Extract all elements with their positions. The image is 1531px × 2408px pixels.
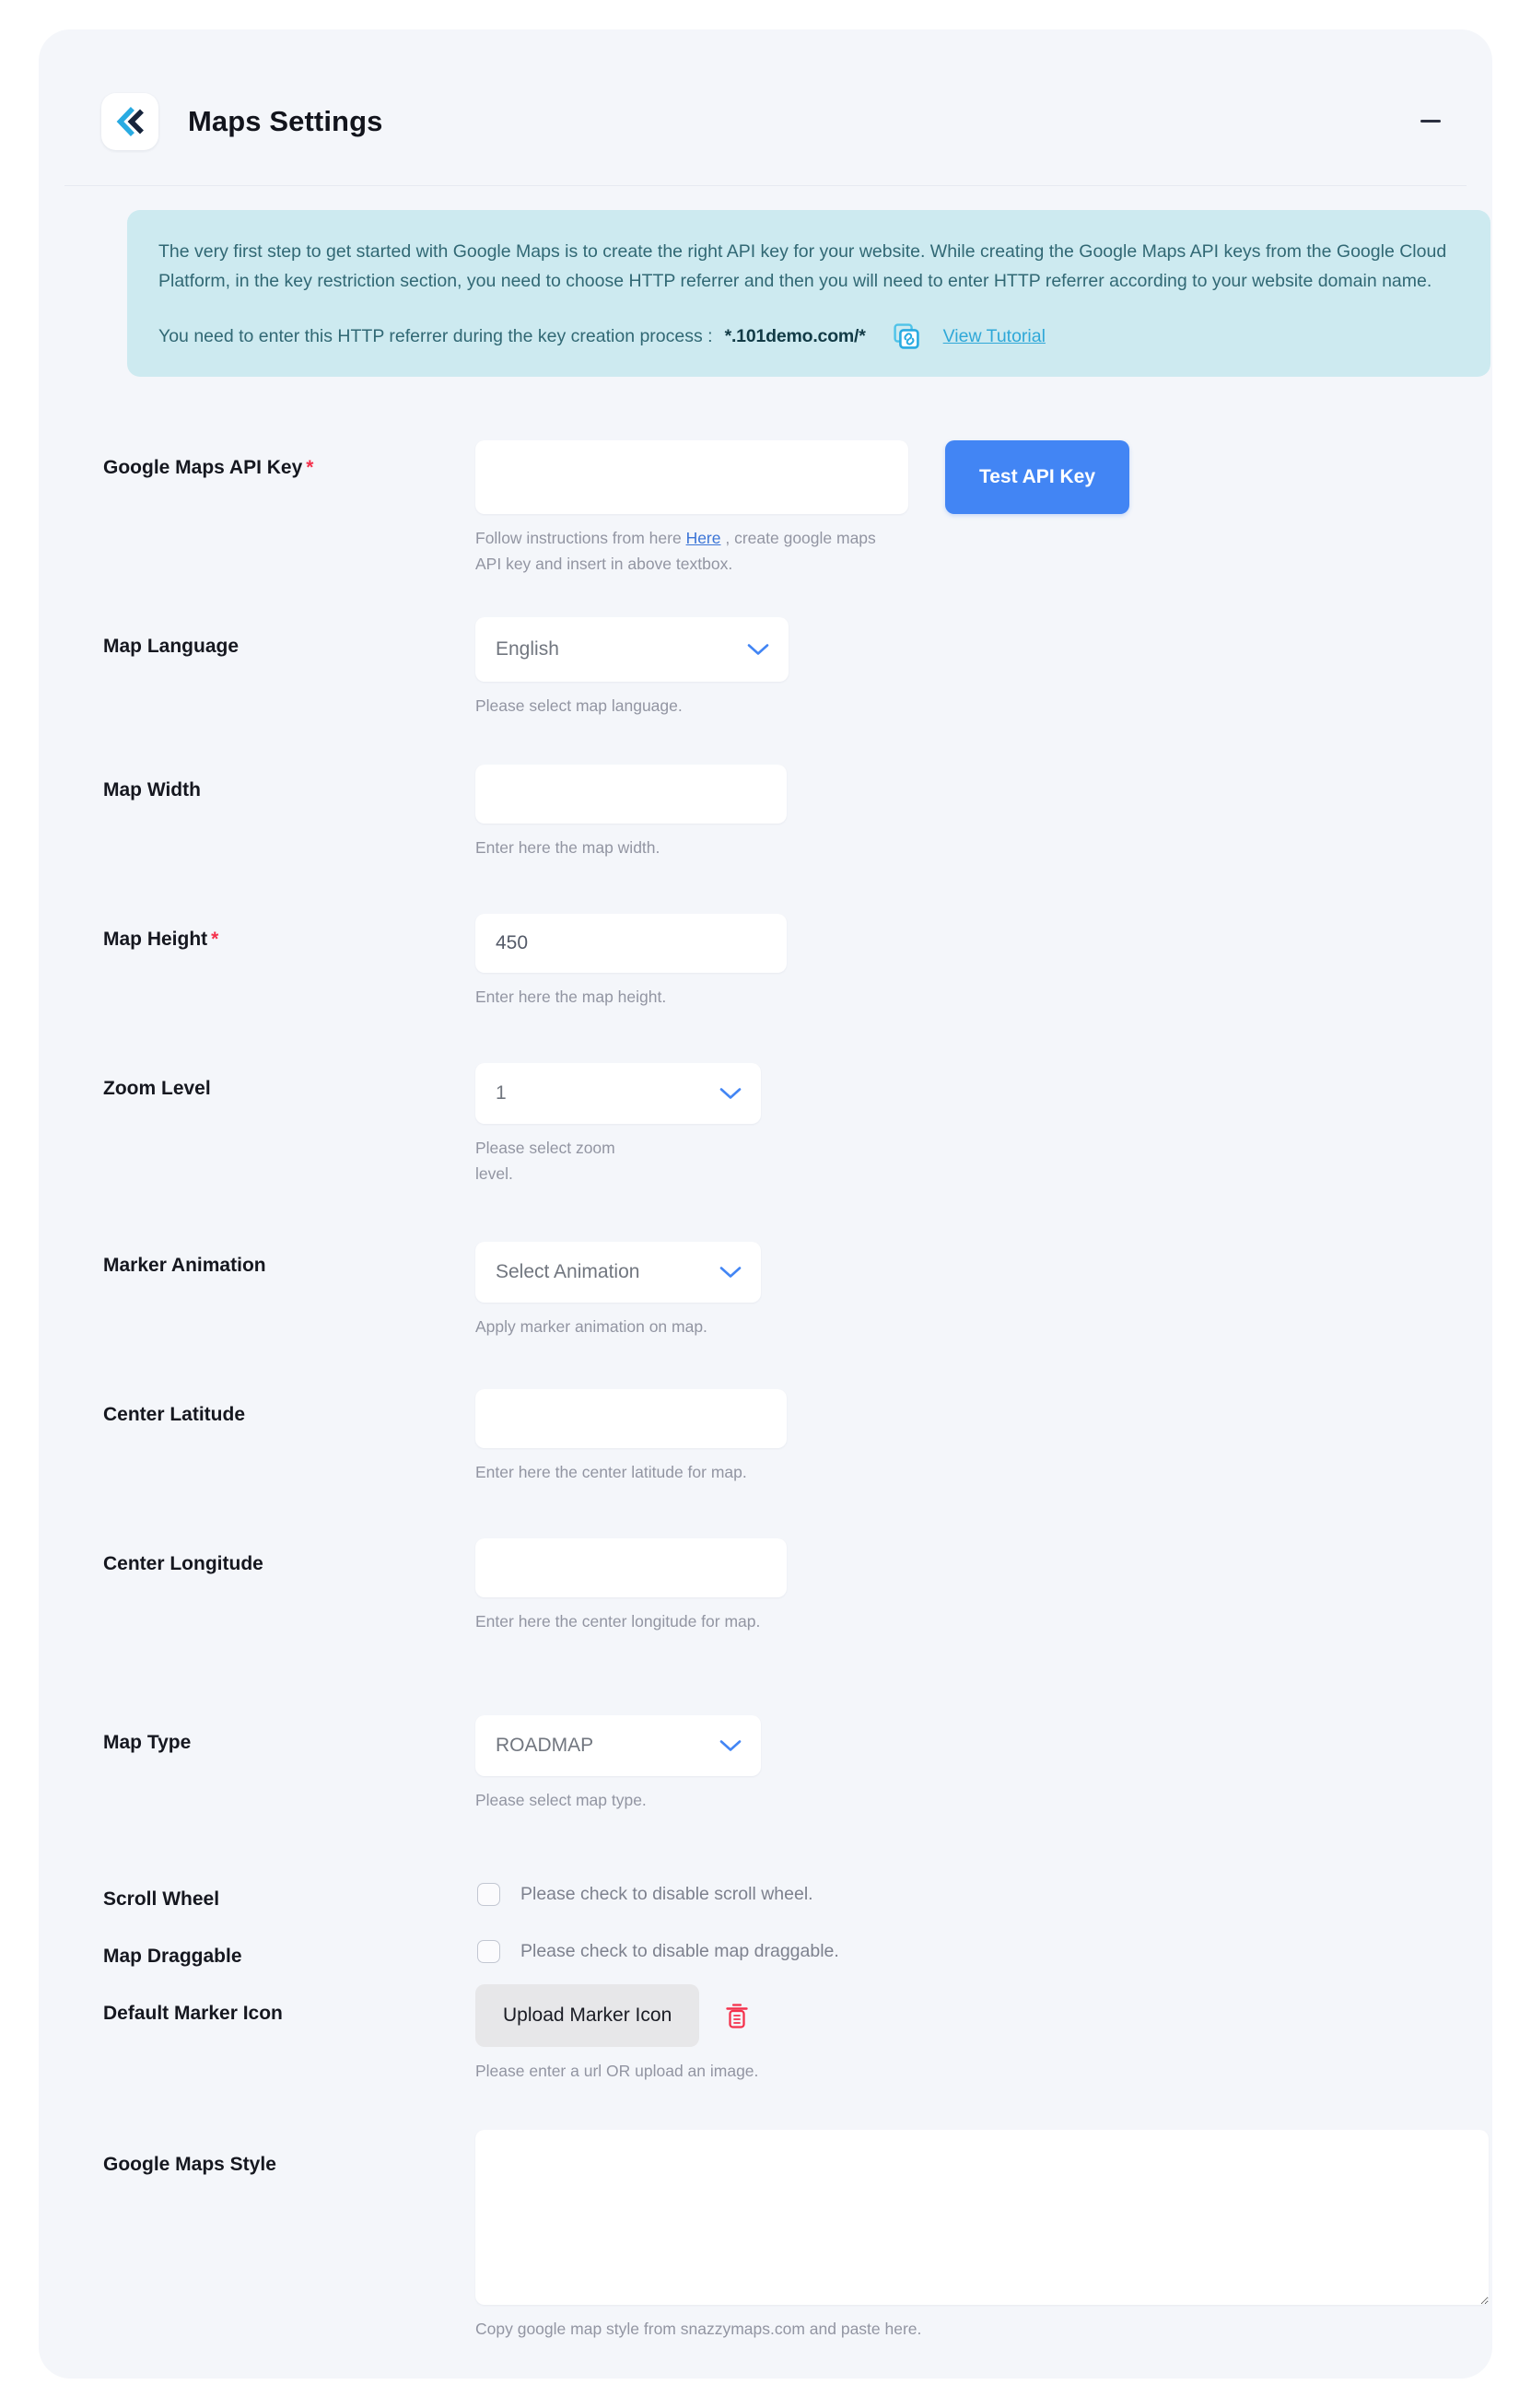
banner-paragraph: The very first step to get started with … bbox=[158, 241, 1447, 291]
minimize-icon bbox=[1420, 120, 1441, 123]
control-google-maps-style: Copy google map style from snazzymaps.co… bbox=[475, 2130, 1489, 2342]
map-language-select[interactable]: English bbox=[475, 617, 789, 682]
zoom-level-select[interactable]: 1 bbox=[475, 1063, 761, 1124]
label-api-key: Google Maps API Key * bbox=[103, 457, 313, 479]
label-map-type: Map Type bbox=[103, 1732, 192, 1753]
chevron-down-icon bbox=[746, 642, 770, 657]
control-center-latitude: Enter here the center latitude for map. bbox=[475, 1389, 787, 1485]
chevron-down-icon bbox=[719, 1265, 742, 1280]
chevron-brand-logo-icon bbox=[101, 92, 158, 150]
map-height-input[interactable] bbox=[475, 914, 787, 973]
hint-marker-animation: Apply marker animation on map. bbox=[475, 1317, 707, 1336]
control-map-draggable: Please check to disable map draggable. bbox=[477, 1940, 839, 1963]
hint-default-marker-icon: Please enter a url OR upload an image. bbox=[475, 2062, 759, 2080]
hint-center-longitude: Enter here the center longitude for map. bbox=[475, 1612, 761, 1631]
upload-marker-icon-button[interactable]: Upload Marker Icon bbox=[475, 1984, 700, 2047]
hint-google-maps-style: Copy google map style from snazzymaps.co… bbox=[475, 2320, 922, 2338]
test-api-key-button[interactable]: Test API Key bbox=[945, 440, 1129, 514]
scroll-wheel-checkbox-label: Please check to disable scroll wheel. bbox=[520, 1884, 813, 1904]
maps-settings-card: Maps Settings The very first step to get… bbox=[39, 29, 1492, 2379]
hint-map-width: Enter here the map width. bbox=[475, 838, 660, 857]
control-default-marker-icon: Upload Marker Icon Please enter a url OR… bbox=[475, 1984, 758, 2084]
card-header: Maps Settings bbox=[64, 57, 1467, 186]
label-map-language: Map Language bbox=[103, 636, 240, 657]
control-map-width: Enter here the map width. bbox=[475, 765, 787, 860]
label-map-height: Map Height * bbox=[103, 929, 218, 951]
trash-icon[interactable] bbox=[723, 2001, 751, 2030]
control-center-longitude: Enter here the center longitude for map. bbox=[475, 1538, 787, 1634]
marker-animation-value: Select Animation bbox=[496, 1261, 640, 1282]
control-scroll-wheel: Please check to disable scroll wheel. bbox=[477, 1883, 813, 1906]
map-draggable-checkbox-label: Please check to disable map draggable. bbox=[520, 1941, 839, 1961]
scroll-wheel-checkbox[interactable] bbox=[477, 1883, 500, 1906]
control-map-height: Enter here the map height. bbox=[475, 914, 787, 1010]
control-map-type: ROADMAP Please select map type. bbox=[475, 1715, 761, 1813]
required-indicator: * bbox=[306, 457, 314, 478]
hint-map-height: Enter here the map height. bbox=[475, 988, 667, 1006]
marker-icon-actions: Upload Marker Icon bbox=[475, 1984, 758, 2047]
label-google-maps-style: Google Maps Style bbox=[103, 2154, 276, 2175]
hint-center-latitude: Enter here the center latitude for map. bbox=[475, 1463, 747, 1481]
label-map-height-text: Map Height bbox=[103, 929, 208, 950]
control-api-key: Follow instructions from here Here , cre… bbox=[475, 440, 908, 578]
here-link[interactable]: Here bbox=[686, 529, 721, 547]
page-title: Maps Settings bbox=[188, 104, 383, 137]
required-indicator: * bbox=[211, 929, 219, 950]
copy-link-icon[interactable] bbox=[894, 323, 919, 349]
map-type-value: ROADMAP bbox=[496, 1735, 594, 1756]
label-map-draggable: Map Draggable bbox=[103, 1946, 242, 1967]
control-marker-animation: Select Animation Apply marker animation … bbox=[475, 1242, 761, 1339]
hint-api-key: Follow instructions from here Here , cre… bbox=[475, 525, 881, 578]
center-latitude-input[interactable] bbox=[475, 1389, 787, 1448]
hint-map-type: Please select map type. bbox=[475, 1791, 647, 1809]
info-banner: The very first step to get started with … bbox=[127, 210, 1490, 378]
hint-zoom-level: Please select zoom level. bbox=[475, 1139, 615, 1184]
map-draggable-checkbox[interactable] bbox=[477, 1940, 500, 1963]
hint-map-language: Please select map language. bbox=[475, 696, 683, 715]
chevron-down-icon bbox=[719, 1738, 742, 1753]
hint-api-key-prefix: Follow instructions from here bbox=[475, 529, 686, 547]
label-center-latitude: Center Latitude bbox=[103, 1404, 246, 1425]
map-width-input[interactable] bbox=[475, 765, 787, 824]
referrer-label: You need to enter this HTTP referrer dur… bbox=[158, 325, 713, 346]
label-center-longitude: Center Longitude bbox=[103, 1553, 263, 1574]
collapse-panel-button[interactable] bbox=[1411, 102, 1450, 141]
label-zoom-level: Zoom Level bbox=[103, 1078, 211, 1099]
label-map-width: Map Width bbox=[103, 779, 201, 801]
map-language-value: English bbox=[496, 638, 559, 660]
label-marker-animation: Marker Animation bbox=[103, 1255, 266, 1276]
chevron-down-icon bbox=[719, 1086, 742, 1101]
control-zoom-level: 1 Please select zoom level. bbox=[475, 1063, 761, 1187]
label-api-key-text: Google Maps API Key bbox=[103, 457, 303, 478]
api-key-input[interactable] bbox=[475, 440, 908, 514]
center-longitude-input[interactable] bbox=[475, 1538, 787, 1597]
map-type-select[interactable]: ROADMAP bbox=[475, 1715, 761, 1776]
google-maps-style-textarea[interactable] bbox=[475, 2130, 1489, 2305]
label-scroll-wheel: Scroll Wheel bbox=[103, 1888, 220, 1910]
referrer-domain-value: *.101demo.com/* bbox=[724, 325, 866, 346]
marker-animation-select[interactable]: Select Animation bbox=[475, 1242, 761, 1303]
zoom-level-value: 1 bbox=[496, 1082, 507, 1104]
label-default-marker-icon: Default Marker Icon bbox=[103, 2003, 283, 2024]
view-tutorial-link[interactable]: View Tutorial bbox=[943, 326, 1046, 347]
referrer-row: You need to enter this HTTP referrer dur… bbox=[158, 323, 1455, 349]
control-map-language: English Please select map language. bbox=[475, 617, 789, 719]
